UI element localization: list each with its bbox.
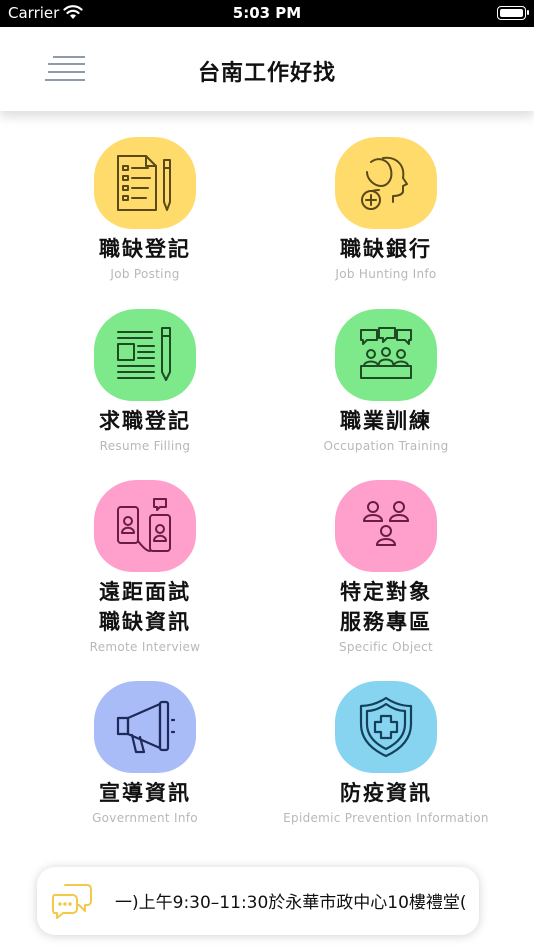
battery-icon [497,6,529,20]
training-icon [360,327,412,379]
resume-icon [117,327,171,381]
training-icon-box [335,309,437,401]
tile-title: 職缺銀行 [340,237,432,261]
tile-subtitle: Job Posting [110,267,180,281]
tile-job-posting[interactable]: 職缺登記 Job Posting [25,137,265,297]
tile-title: 求職登記 [99,409,191,433]
status-time: 5:03 PM [232,4,302,22]
tile-subtitle: Remote Interview [89,640,201,654]
tile-title: 防疫資訊 [340,781,432,805]
job-hunting-icon [361,156,408,210]
tile-title: 宣導資訊 [99,781,191,805]
tile-title: 職業訓練 [340,409,432,433]
tile-job-hunting[interactable]: 職缺銀行 Job Hunting Info [266,137,506,297]
shield-cross-icon [359,696,413,758]
specific-object-icon [363,501,409,546]
tile-title-line1: 特定對象 [340,580,432,604]
job-posting-icon-box [94,137,196,229]
tile-remote-interview[interactable]: 遠距面試 職缺資訊 Remote Interview [25,480,265,654]
remote-interview-icon [117,498,171,552]
tile-subtitle: Government Info [92,811,198,825]
tile-subtitle: Job Hunting Info [335,267,437,281]
tile-title: 職缺登記 [99,237,191,261]
tile-subtitle: Epidemic Prevention Information [283,811,489,825]
status-bar: Carrier 5:03 PM [0,0,534,27]
tile-subtitle: Occupation Training [323,439,449,453]
tile-epidemic-prevention[interactable]: 防疫資訊 Epidemic Prevention Information [266,681,506,841]
job-posting-icon [117,155,171,211]
tile-title: 遠距面試 職缺資訊 [25,577,265,637]
resume-icon-box [94,309,196,401]
tile-specific-object[interactable]: 特定對象 服務專區 Specific Object [266,480,506,654]
chat-bubbles-icon [52,884,92,919]
tile-title: 特定對象 服務專區 [266,577,506,637]
remote-interview-icon-box [94,480,196,572]
tile-occupation-training[interactable]: 職業訓練 Occupation Training [266,309,506,469]
megaphone-icon-box [94,681,196,773]
page-title: 台南工作好找 [197,61,336,86]
tile-title-line1: 遠距面試 [99,580,191,604]
navigation-bar: 台南工作好找 [0,27,534,111]
announcement-bar[interactable]: 一)上午9:30–11:30於永華市政中心10樓禮堂( [37,867,479,935]
shield-cross-icon-box [335,681,437,773]
tile-title-line2: 服務專區 [340,610,432,634]
tile-title-line2: 職缺資訊 [99,610,191,634]
job-hunting-icon-box [335,137,437,229]
announcement-text: 一)上午9:30–11:30於永華市政中心10樓禮堂( [115,893,467,913]
specific-object-icon-box [335,480,437,572]
tile-government-info[interactable]: 宣導資訊 Government Info [25,681,265,841]
megaphone-icon [116,700,176,754]
tile-subtitle: Resume Filling [99,439,191,453]
tile-subtitle: Specific Object [338,640,434,654]
tile-resume-filling[interactable]: 求職登記 Resume Filling [25,309,265,469]
